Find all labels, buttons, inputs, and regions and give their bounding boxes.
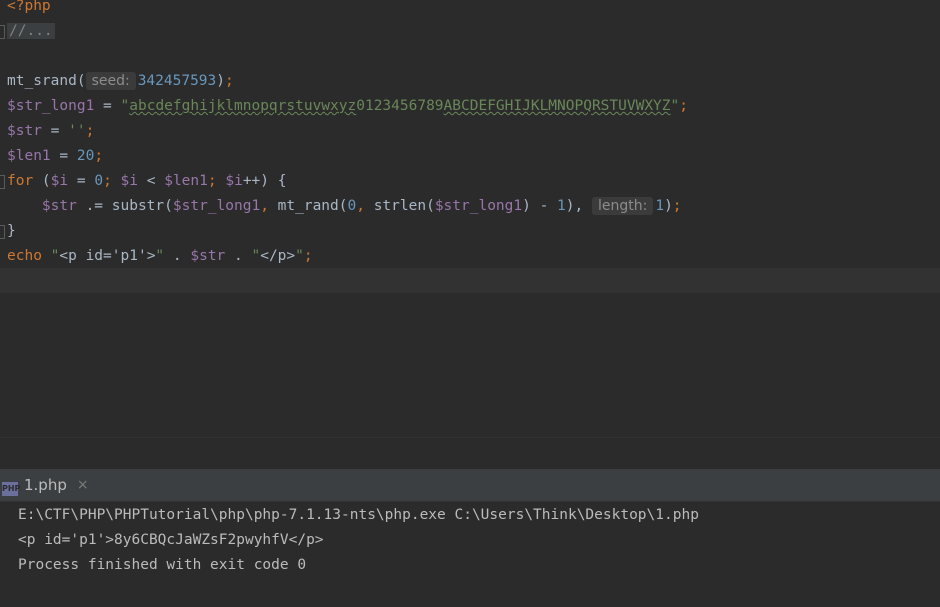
operator: = <box>68 173 95 189</box>
number-literal: 342457593 <box>137 73 217 89</box>
function-call: strlen( <box>373 198 435 214</box>
code-line-11[interactable]: echo "<p id='p1'>" . $str . "</p>"; <box>7 244 313 269</box>
number-literal: 1 <box>655 198 665 214</box>
console-exit-line: Process finished with exit code 0 <box>18 557 307 573</box>
param-hint-seed: seed: <box>85 72 136 90</box>
keyword-echo: echo <box>7 248 42 264</box>
quote: " <box>251 248 261 264</box>
variable: $len1 <box>7 148 51 164</box>
variable: $i <box>120 173 139 189</box>
code-line-5[interactable]: $str_long1 = "abcdefghijklmnopqrstuvwxyz… <box>7 94 688 119</box>
string-literal-lower: abcdefghijklmnopqrstuvwxyz <box>129 98 357 114</box>
code-line-10[interactable]: } <box>7 219 16 244</box>
code-line-6[interactable]: $str = ''; <box>7 119 94 144</box>
run-tab-bar: PHP 1.php × <box>0 469 940 502</box>
variable: $str_long1 <box>172 198 261 214</box>
php-open-tag: <?php <box>7 0 51 14</box>
fold-marker[interactable] <box>0 175 5 189</box>
string-literal-upper: ABCDEFGHIJKLMNOPQRSTUVWXYZ <box>443 98 671 114</box>
variable: $str <box>41 198 77 214</box>
semicolon: ; <box>303 248 313 264</box>
fold-marker[interactable] <box>0 25 5 39</box>
comma: ), <box>565 198 592 214</box>
operator: . <box>164 248 191 264</box>
function-call: mt_srand( <box>7 73 86 89</box>
semicolon: ; <box>85 123 95 139</box>
operator: . <box>225 248 252 264</box>
semicolon: ; <box>672 198 682 214</box>
comma: , <box>356 198 374 214</box>
paren: ) <box>216 73 226 89</box>
quote: " <box>120 98 130 114</box>
code-line-7[interactable]: $len1 = 20; <box>7 144 103 169</box>
run-panel[interactable]: PHP 1.php × E:\CTF\PHP\PHPTutorial\php\p… <box>0 469 940 607</box>
function-call: mt_rand( <box>277 198 348 214</box>
fold-marker[interactable] <box>0 225 5 239</box>
semicolon: ; <box>207 173 226 189</box>
current-line-highlight <box>0 268 940 293</box>
number-literal: 20 <box>76 148 95 164</box>
html-string: </p> <box>260 248 296 264</box>
console-output-line: <p id='p1'>8y6CBQcJaWZsF2pwyhfV</p> <box>18 532 324 548</box>
param-hint-length: length: <box>591 197 654 215</box>
paren: ) <box>664 198 673 214</box>
paren: ( <box>33 173 51 189</box>
run-tab-1php[interactable]: PHP 1.php × <box>0 469 99 501</box>
variable: $str <box>190 248 226 264</box>
close-icon[interactable]: × <box>77 477 89 493</box>
quote: " <box>295 248 304 264</box>
operator: ) - <box>522 198 558 214</box>
variable: $str_long1 <box>7 98 95 114</box>
code-line-1[interactable]: <?php <box>7 0 51 19</box>
number-literal: 0 <box>347 198 357 214</box>
run-tab-label: 1.php <box>24 476 67 494</box>
operator: < <box>138 173 165 189</box>
html-string: <p id='p1'> <box>59 248 156 264</box>
semicolon: ; <box>94 148 104 164</box>
keyword-for: for <box>7 173 34 189</box>
semicolon: ; <box>225 73 234 89</box>
increment: ++) { <box>242 173 287 189</box>
operator: = <box>50 148 77 164</box>
number-literal: 1 <box>557 198 566 214</box>
semicolon: ; <box>679 98 688 114</box>
operator: = <box>94 98 121 114</box>
variable: $i <box>50 173 69 189</box>
quote: " <box>155 248 165 264</box>
code-line-8[interactable]: for ($i = 0; $i < $len1; $i++) { <box>7 169 286 194</box>
variable: $str_long1 <box>434 198 523 214</box>
variable: $i <box>225 173 243 189</box>
comma: , <box>260 198 278 214</box>
code-line-9[interactable]: $str .= substr($str_long1, mt_rand(0, st… <box>7 194 682 219</box>
console-command-line: E:\CTF\PHP\PHPTutorial\php\php-7.1.13-nt… <box>18 507 699 523</box>
variable: $str <box>7 123 42 139</box>
string-literal: '' <box>68 123 86 139</box>
code-line-2[interactable]: //... <box>7 19 55 44</box>
variable: $len1 <box>164 173 208 189</box>
brace: } <box>7 223 16 239</box>
function-call: .= substr( <box>76 198 173 214</box>
semicolon: ; <box>103 173 121 189</box>
panel-divider[interactable] <box>0 437 940 470</box>
code-editor[interactable]: <?php //... mt_srand(seed: 342457593); $s… <box>0 0 940 437</box>
string-literal-digits: 0123456789 <box>356 98 444 114</box>
number-literal: 0 <box>94 173 104 189</box>
code-line-4[interactable]: mt_srand(seed: 342457593); <box>7 69 234 94</box>
operator: = <box>41 123 69 139</box>
php-file-icon: PHP <box>2 482 20 496</box>
folded-comment[interactable]: //... <box>7 23 55 39</box>
quote: " <box>670 98 680 114</box>
